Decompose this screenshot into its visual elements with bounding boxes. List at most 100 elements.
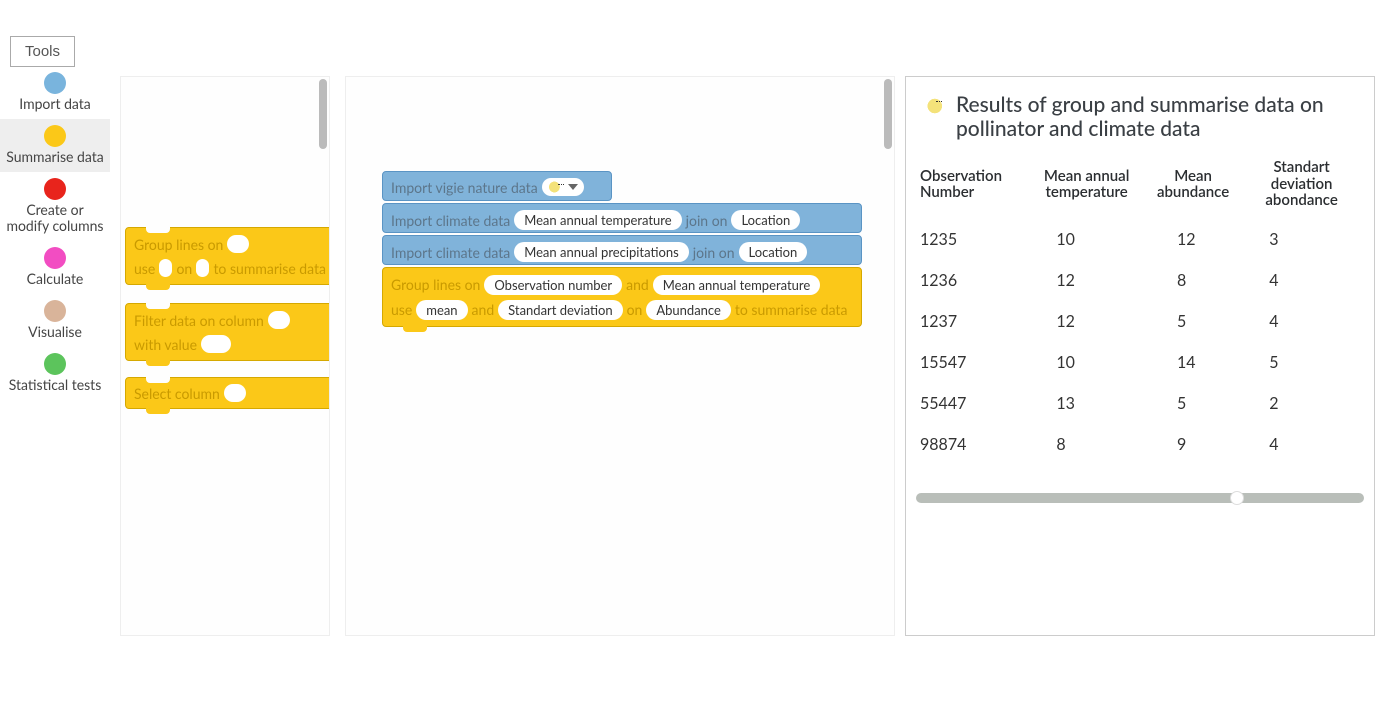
table-header: Standart deviation abondance — [1239, 155, 1364, 219]
block-label: Import climate data — [391, 212, 510, 229]
block-label: Filter data on column — [134, 312, 264, 329]
tool-label: Visualise — [28, 324, 82, 341]
canvas-block-import-climate-precip[interactable]: Import climate data Mean annual precipit… — [382, 235, 862, 265]
results-table: Observation NumberMean annual temperatur… — [916, 155, 1364, 465]
canvas-block-group-summarise[interactable]: Group lines on Observation number and Me… — [382, 267, 862, 327]
table-row: 123510123 — [916, 219, 1364, 260]
table-cell: 1236 — [916, 260, 1026, 301]
tool-color-icon — [44, 300, 66, 322]
empty-input-slot[interactable] — [201, 335, 231, 353]
chip-value[interactable]: Abundance — [646, 300, 731, 320]
table-cell: 14 — [1147, 342, 1239, 383]
table-header: Mean abundance — [1147, 155, 1239, 219]
tool-color-icon — [44, 178, 66, 200]
block-label: Import climate data — [391, 244, 510, 261]
block-palette-panel: Group lines on use on to summarise data … — [120, 76, 330, 636]
tool-label: Statistical tests — [9, 377, 102, 394]
tool-color-icon — [44, 353, 66, 375]
block-label: Group lines on — [134, 236, 223, 253]
bee-icon — [926, 97, 948, 115]
table-header: Observation Number — [916, 155, 1026, 219]
table-cell: 9 — [1147, 424, 1239, 465]
chip-value[interactable]: Standart deviation — [498, 300, 622, 320]
table-cell: 8 — [1026, 424, 1147, 465]
block-label: to summarise data — [735, 301, 848, 318]
empty-input-slot[interactable] — [196, 259, 209, 277]
table-cell: 8 — [1147, 260, 1239, 301]
table-cell: 1235 — [916, 219, 1026, 260]
table-cell: 5 — [1147, 383, 1239, 424]
canvas-block-import-climate-temp[interactable]: Import climate data Mean annual temperat… — [382, 203, 862, 233]
table-row: 12371254 — [916, 301, 1364, 342]
empty-input-slot[interactable] — [224, 384, 246, 402]
block-label: join on — [686, 212, 728, 229]
chevron-down-icon — [568, 184, 578, 190]
tool-item-import-data[interactable]: Import data — [0, 66, 110, 119]
table-cell: 5 — [1147, 301, 1239, 342]
tool-label: Import data — [19, 96, 91, 113]
palette-block-filter[interactable]: Filter data on column with value — [125, 303, 330, 361]
chip-value[interactable]: mean — [416, 300, 467, 320]
block-label: to summarise data — [213, 260, 326, 277]
canvas-scrollbar[interactable] — [884, 79, 892, 149]
dataset-dropdown[interactable] — [542, 178, 584, 196]
block-label: Select column — [134, 385, 220, 402]
tools-button[interactable]: Tools — [10, 36, 75, 67]
table-row: 1554710145 — [916, 342, 1364, 383]
scrollbar-thumb[interactable] — [1230, 491, 1244, 505]
table-cell: 10 — [1026, 342, 1147, 383]
table-cell: 12 — [1147, 219, 1239, 260]
table-cell: 4 — [1239, 260, 1364, 301]
table-header: Mean annual temperature — [1026, 155, 1147, 219]
tool-label: Summarise data — [6, 149, 103, 166]
tool-item-create-or-modify-columns[interactable]: Create or modify columns — [0, 172, 110, 242]
block-label: on — [627, 301, 643, 318]
canvas-block-import-vigie[interactable]: Import vigie nature data — [382, 171, 612, 201]
tool-item-summarise-data[interactable]: Summarise data — [0, 119, 110, 172]
palette-block-select[interactable]: Select column — [125, 377, 330, 409]
table-cell: 5 — [1239, 342, 1364, 383]
tool-color-icon — [44, 72, 66, 94]
chip-value[interactable]: Mean annual temperature — [653, 275, 820, 295]
chip-value[interactable]: Mean annual temperature — [514, 210, 681, 230]
table-cell: 2 — [1239, 383, 1364, 424]
block-label: with value — [134, 336, 197, 353]
palette-scrollbar[interactable] — [319, 79, 327, 149]
tools-sidebar: Import data Summarise data Create or modif… — [0, 66, 110, 400]
chip-value[interactable]: Location — [739, 242, 808, 262]
tool-label: Create or modify columns — [4, 202, 106, 236]
chip-value[interactable]: Observation number — [484, 275, 622, 295]
tool-item-statistical-tests[interactable]: Statistical tests — [0, 347, 110, 400]
chip-value[interactable]: Mean annual precipitations — [514, 242, 689, 262]
empty-input-slot[interactable] — [268, 311, 290, 329]
block-label: Import vigie nature data — [391, 179, 538, 196]
results-horizontal-scrollbar[interactable] — [916, 493, 1364, 503]
table-cell: 12 — [1026, 260, 1147, 301]
empty-input-slot[interactable] — [159, 259, 172, 277]
table-row: 12361284 — [916, 260, 1364, 301]
table-cell: 3 — [1239, 219, 1364, 260]
tool-color-icon — [44, 125, 66, 147]
block-label: on — [176, 260, 192, 277]
table-cell: 10 — [1026, 219, 1147, 260]
tool-item-calculate[interactable]: Calculate — [0, 241, 110, 294]
table-cell: 13 — [1026, 383, 1147, 424]
chip-value[interactable]: Location — [731, 210, 800, 230]
results-title: Results of group and summarise data on p… — [956, 93, 1364, 141]
empty-input-slot[interactable] — [227, 235, 249, 253]
tool-color-icon — [44, 247, 66, 269]
palette-block-group[interactable]: Group lines on use on to summarise data — [125, 227, 330, 285]
block-label: join on — [693, 244, 735, 261]
tool-label: Calculate — [27, 271, 84, 288]
table-cell: 15547 — [916, 342, 1026, 383]
block-label: Group lines on — [391, 276, 480, 293]
results-panel: Results of group and summarise data on p… — [905, 76, 1375, 636]
block-label: and — [472, 301, 495, 318]
table-cell: 4 — [1239, 301, 1364, 342]
workspace-canvas[interactable]: Import vigie nature data Import climate … — [345, 76, 895, 636]
tool-item-visualise[interactable]: Visualise — [0, 294, 110, 347]
table-row: 98874894 — [916, 424, 1364, 465]
bee-icon — [548, 180, 564, 194]
table-cell: 4 — [1239, 424, 1364, 465]
table-row: 554471352 — [916, 383, 1364, 424]
